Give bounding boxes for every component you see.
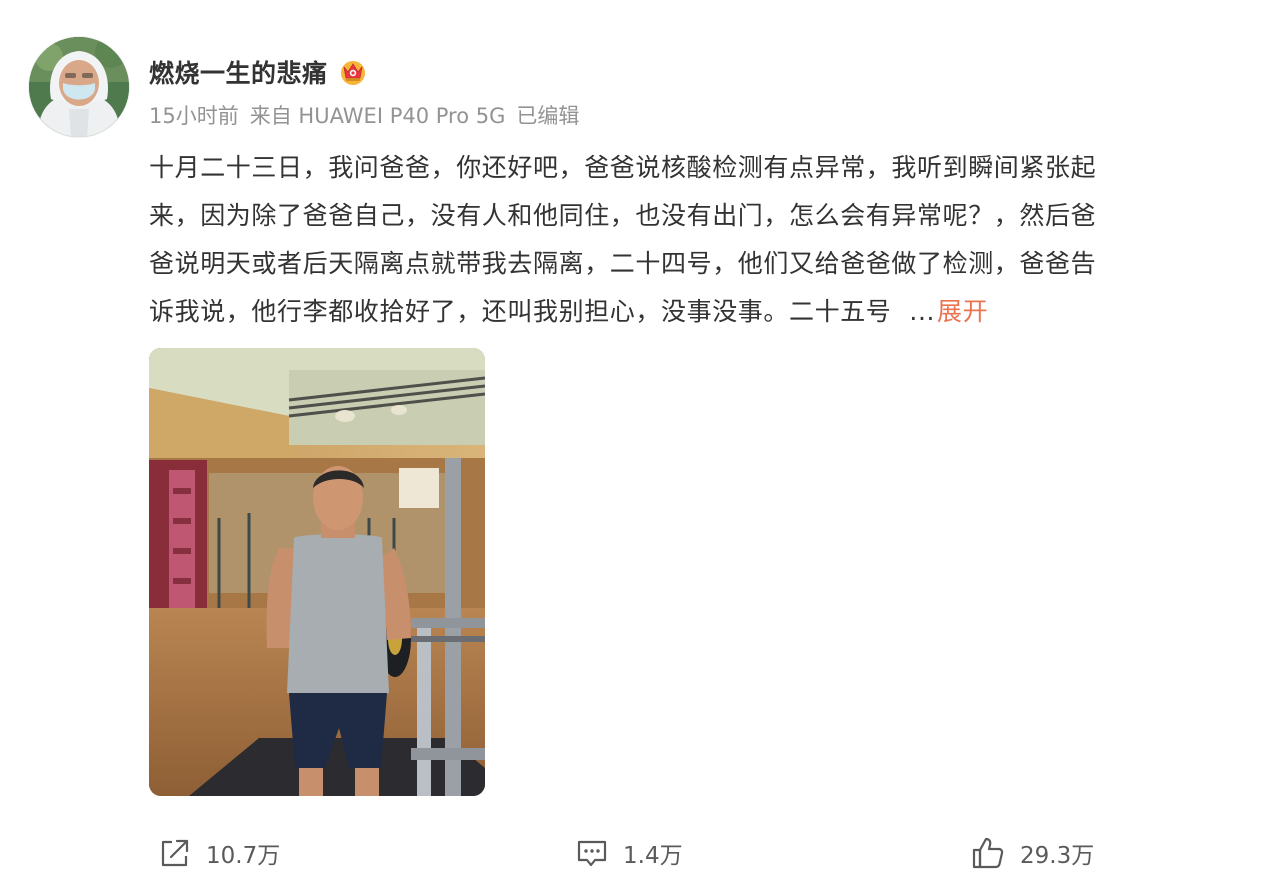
- share-count: 10.7万: [206, 843, 281, 869]
- comment-icon: [577, 840, 607, 867]
- comment-button[interactable]: 1.4万: [575, 834, 683, 872]
- content-line: 十月二十三日，我问爸爸，你还好吧，爸爸说核酸检测有点异常，我听到瞬间紧张起: [149, 153, 1097, 182]
- content-last-line: 诉我说，他行李都收拾好了，还叫我别担心，没事没事。二十五号 ...展开: [149, 288, 1219, 336]
- post-photo[interactable]: [149, 348, 485, 796]
- ellipsis: ...: [909, 297, 936, 326]
- post-content: 十月二十三日，我问爸爸，你还好吧，爸爸说核酸检测有点异常，我听到瞬间紧张起 来，…: [149, 144, 1219, 336]
- expand-link[interactable]: 展开: [937, 297, 988, 326]
- comment-count: 1.4万: [623, 843, 683, 869]
- author-name[interactable]: 燃烧一生的悲痛: [149, 54, 328, 90]
- share-icon: [161, 839, 189, 867]
- post-meta: 15小时前 来自 HUAWEI P40 Pro 5G 已编辑: [149, 100, 579, 130]
- vip-crown-badge-icon[interactable]: [338, 57, 368, 87]
- share-button[interactable]: 10.7万: [158, 834, 280, 872]
- edited-label[interactable]: 已编辑: [516, 100, 579, 130]
- thumbs-up-icon: [972, 837, 1004, 869]
- post-source: 来自 HUAWEI P40 Pro 5G: [249, 104, 506, 128]
- post-time[interactable]: 15小时前: [149, 100, 239, 130]
- like-count: 29.3万: [1020, 843, 1095, 869]
- content-line: 诉我说，他行李都收拾好了，还叫我别担心，没事没事。二十五号: [149, 297, 892, 326]
- content-line: 来，因为除了爸爸自己，没有人和他同住，也没有出门，怎么会有异常呢？，然后爸: [149, 201, 1097, 230]
- like-button[interactable]: 29.3万: [970, 834, 1094, 872]
- content-line: 爸说明天或者后天隔离点就带我去隔离，二十四号，他们又给爸爸做了检测，爸爸告: [149, 249, 1097, 278]
- avatar[interactable]: [29, 37, 129, 137]
- weibo-post: 燃烧一生的悲痛 15小时前 来自 HUAWEI P40 Pro 5G 已编辑 十…: [0, 0, 1262, 886]
- author-row: 燃烧一生的悲痛: [149, 54, 368, 90]
